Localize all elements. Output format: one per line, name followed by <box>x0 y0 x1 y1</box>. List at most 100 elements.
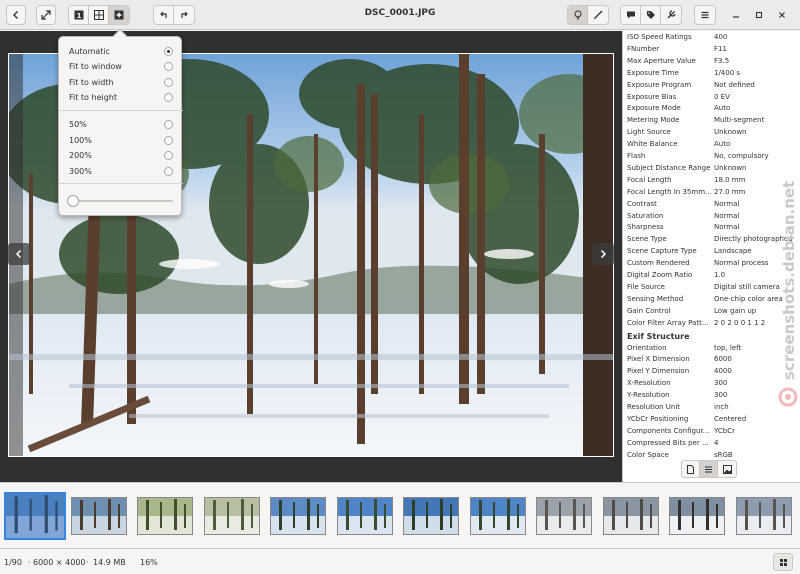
minimize-icon <box>733 16 739 18</box>
thumbnail[interactable] <box>4 492 66 540</box>
property-key: FNumber <box>627 45 660 53</box>
thumbnail[interactable] <box>336 497 393 535</box>
previous-image-button[interactable] <box>8 243 30 265</box>
tools-button[interactable] <box>661 6 681 24</box>
rotate-right-icon <box>181 11 188 18</box>
property-key: Saturation <box>627 212 664 220</box>
tag-icon <box>646 11 655 19</box>
single-view-button[interactable]: 1 <box>69 6 89 24</box>
thumbnail-image <box>6 494 64 538</box>
property-key: Exposure Bias <box>627 93 677 101</box>
radio[interactable] <box>164 119 173 129</box>
thumbnail[interactable] <box>137 497 193 535</box>
image-icon <box>722 464 732 474</box>
zoom-view-button[interactable] <box>109 6 129 24</box>
next-image-button[interactable] <box>592 243 614 265</box>
radio[interactable] <box>164 61 173 71</box>
light-button[interactable] <box>568 6 588 24</box>
thumbnails-toggle-button[interactable] <box>773 553 793 571</box>
lightbulb-icon <box>574 10 581 20</box>
property-value: Unknown <box>714 164 747 172</box>
zoom-option-200[interactable]: 200% <box>69 148 173 162</box>
rotate-left-button[interactable] <box>154 6 174 24</box>
property-key: Scene Capture Type <box>627 247 697 255</box>
radio[interactable] <box>164 92 173 102</box>
thumbnail[interactable] <box>602 497 659 535</box>
property-key: Resolution Unit <box>627 403 681 411</box>
property-key: ISO Speed Ratings <box>627 33 692 41</box>
property-value: 400 <box>714 33 728 41</box>
property-row: Metering Mode Multi-segment <box>627 116 799 128</box>
details-view-button[interactable] <box>700 461 718 477</box>
property-value: F11 <box>714 45 727 53</box>
tag-button[interactable] <box>641 6 661 24</box>
property-row: Compressed Bits per ... 4 <box>627 439 799 451</box>
image-info-view-button[interactable] <box>718 461 736 477</box>
zoom-option-100[interactable]: 100% <box>69 133 173 147</box>
property-key: Max Aperture Value <box>627 57 696 65</box>
thumbnail[interactable] <box>70 497 127 535</box>
radio[interactable] <box>164 150 173 160</box>
thumbnail[interactable] <box>203 497 260 535</box>
property-value: Not defined <box>714 81 755 89</box>
zoom-slider-handle[interactable] <box>67 195 79 207</box>
rotate-right-button[interactable] <box>174 6 194 24</box>
zoom-option-50[interactable]: 50% <box>69 117 173 131</box>
back-button[interactable] <box>6 5 26 25</box>
property-key: Pixel X Dimension <box>627 355 690 363</box>
main-menu-button[interactable] <box>694 5 716 25</box>
thumbnail-image <box>337 498 392 534</box>
property-row: Flash No, compulsory <box>627 152 799 164</box>
image-dimensions: 6000 × 4000 <box>33 558 86 567</box>
thumbnail-strip <box>0 482 800 548</box>
comment-icon <box>626 11 635 19</box>
section-title: Exif Structure <box>627 332 690 341</box>
maximize-button[interactable] <box>750 5 768 25</box>
zoom-slider-track[interactable] <box>69 200 173 202</box>
thumbnail[interactable] <box>469 497 526 535</box>
grid-view-button[interactable] <box>89 6 109 24</box>
radio-checked[interactable] <box>164 46 173 56</box>
radio[interactable] <box>164 77 173 87</box>
watermark-text: screenshots.debian.net <box>780 181 798 380</box>
maximize-icon <box>755 11 763 19</box>
edit-button[interactable] <box>588 6 608 24</box>
thumbnail[interactable] <box>669 497 725 535</box>
property-value: Multi-segment <box>714 116 765 124</box>
property-value: Unknown <box>714 128 747 136</box>
thumbnail[interactable] <box>536 497 592 535</box>
property-row: ISO Speed Ratings 400 <box>627 33 799 45</box>
property-key: Gain Control <box>627 307 671 315</box>
close-button[interactable] <box>773 5 791 25</box>
zoom-option-fit-width[interactable]: Fit to width <box>69 75 173 89</box>
properties-view-button[interactable] <box>682 461 700 477</box>
zoom-option-fit-height[interactable]: Fit to height <box>69 90 173 104</box>
status-bar: 1/90 · 6000 × 4000 · 14.9 MB 16% <box>0 548 800 574</box>
chevron-left-icon <box>15 249 22 259</box>
thumbnail[interactable] <box>403 497 459 535</box>
zoom-popover: Automatic Fit to window Fit to width Fit… <box>58 28 183 216</box>
brush-icon <box>593 10 603 20</box>
property-key: Compressed Bits per ... <box>627 439 709 447</box>
thumbnail-image <box>71 498 126 534</box>
zoom-option-automatic[interactable]: Automatic <box>69 44 173 58</box>
comment-button[interactable] <box>621 6 641 24</box>
image-position: 1/90 <box>4 558 22 567</box>
radio[interactable] <box>164 135 173 145</box>
zoom-option-300[interactable]: 300% <box>69 164 173 178</box>
property-key: Flash <box>627 152 646 160</box>
property-key: Focal Length <box>627 176 672 184</box>
radio[interactable] <box>164 166 173 176</box>
chevron-left-icon <box>13 11 18 19</box>
minimize-button[interactable] <box>727 5 745 25</box>
fullscreen-button[interactable] <box>36 5 56 25</box>
property-key: Sensing Method <box>627 295 684 303</box>
property-row: Max Aperture Value F3.5 <box>627 57 799 69</box>
thumbnail[interactable] <box>735 497 792 535</box>
property-key: Metering Mode <box>627 116 680 124</box>
zoom-option-fit-window[interactable]: Fit to window <box>69 59 173 73</box>
thumbnail-image <box>470 498 525 534</box>
thumbnail[interactable] <box>270 497 326 535</box>
property-value: 0 EV <box>714 93 730 101</box>
property-key: Color Filter Array Patt... <box>627 319 709 327</box>
